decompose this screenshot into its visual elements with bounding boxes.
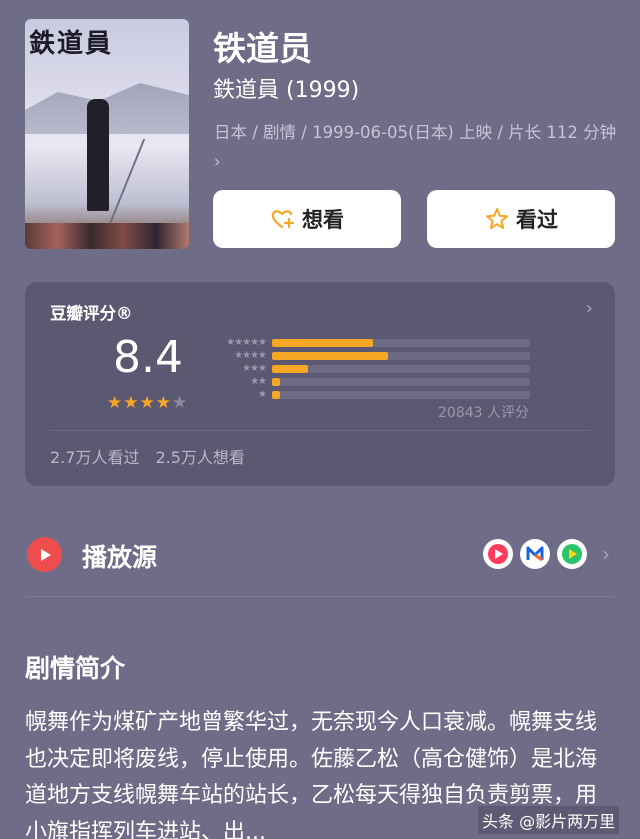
distribution-stars: ★★★★★ [226, 337, 267, 348]
rating-label: 豆瓣评分® [50, 304, 133, 323]
distribution-row: ★ [210, 388, 530, 401]
star-empty-icon: ★ [172, 393, 188, 413]
star-filled-icon: ★ [107, 393, 123, 413]
synopsis-title: 剧情简介 [25, 654, 126, 683]
star-filled-icon: ★ [123, 393, 139, 413]
play-triangle-icon [40, 548, 51, 561]
rating-score: 8.4 [113, 332, 183, 383]
star-outline-icon [486, 208, 508, 229]
star-filled-icon: ★ [155, 393, 171, 413]
distribution-stars: ★★★ [242, 363, 267, 374]
distribution-stars: ★★★★ [234, 350, 267, 361]
heart-plus-icon [271, 210, 295, 229]
movie-meta-text: 日本 / 剧情 / 1999-06-05(日本) 上映 / 片长 112 分钟 [214, 123, 617, 142]
rating-count: 20843 人评分 [438, 405, 529, 421]
play-source-label[interactable]: 播放源 [82, 538, 157, 574]
poster-figure [87, 99, 109, 211]
movie-title: 铁道员 [213, 29, 312, 68]
distribution-track [272, 390, 530, 399]
movie-poster[interactable]: 鉄道員 [25, 19, 189, 249]
distribution-row: ★★★★★ [210, 336, 530, 349]
watched-button[interactable]: 看过 [427, 190, 615, 248]
tencent-video-icon[interactable] [483, 539, 513, 569]
divider [50, 430, 590, 431]
movie-meta[interactable]: 日本 / 剧情 / 1999-06-05(日本) 上映 / 片长 112 分钟 … [214, 118, 619, 176]
watched-label: 看过 [516, 208, 558, 232]
distribution-row: ★★★ [210, 362, 530, 375]
distribution-track [272, 377, 530, 386]
distribution-fill [272, 390, 280, 399]
distribution-stars: ★★ [250, 376, 267, 387]
distribution-fill [272, 351, 389, 360]
distribution-track [272, 364, 530, 373]
mgtv-icon[interactable] [520, 539, 550, 569]
watermark: 头条 @影片两万里 [478, 806, 620, 834]
distribution-fill [272, 338, 373, 347]
play-source-icons[interactable] [483, 539, 587, 569]
chevron-right-icon: › [585, 298, 593, 319]
movie-original-title: 鉄道員 (1999) [213, 78, 360, 103]
distribution-track [272, 338, 530, 347]
distribution-stars: ★ [258, 389, 267, 400]
iqiyi-icon[interactable] [557, 539, 587, 569]
distribution-row: ★★ [210, 375, 530, 388]
divider [25, 596, 615, 597]
rating-card[interactable]: 豆瓣评分® › 8.4 ★ ★ ★ ★ ★ ★★★★★ ★★★★ ★★★ ★★ ★ 20843 … [25, 282, 615, 486]
chevron-right-icon[interactable]: › [602, 542, 610, 566]
poster-strip [25, 223, 189, 249]
want-to-watch-label: 想看 [302, 208, 344, 232]
chevron-right-icon: › [214, 152, 221, 171]
distribution-track [272, 351, 530, 360]
rating-stats: 2.7万人看过 2.5万人想看 [50, 444, 245, 468]
distribution-fill [272, 364, 309, 373]
seen-count: 2.7万人看过 [50, 448, 140, 467]
distribution-row: ★★★★ [210, 349, 530, 362]
rating-distribution: ★★★★★ ★★★★ ★★★ ★★ ★ [210, 336, 530, 401]
star-filled-icon: ★ [139, 393, 155, 413]
want-count: 2.5万人想看 [155, 448, 245, 467]
want-to-watch-button[interactable]: 想看 [213, 190, 401, 248]
poster-title: 鉄道員 [29, 29, 114, 59]
play-icon[interactable] [27, 537, 62, 572]
rating-stars: ★ ★ ★ ★ ★ [107, 393, 187, 413]
distribution-fill [272, 377, 280, 386]
